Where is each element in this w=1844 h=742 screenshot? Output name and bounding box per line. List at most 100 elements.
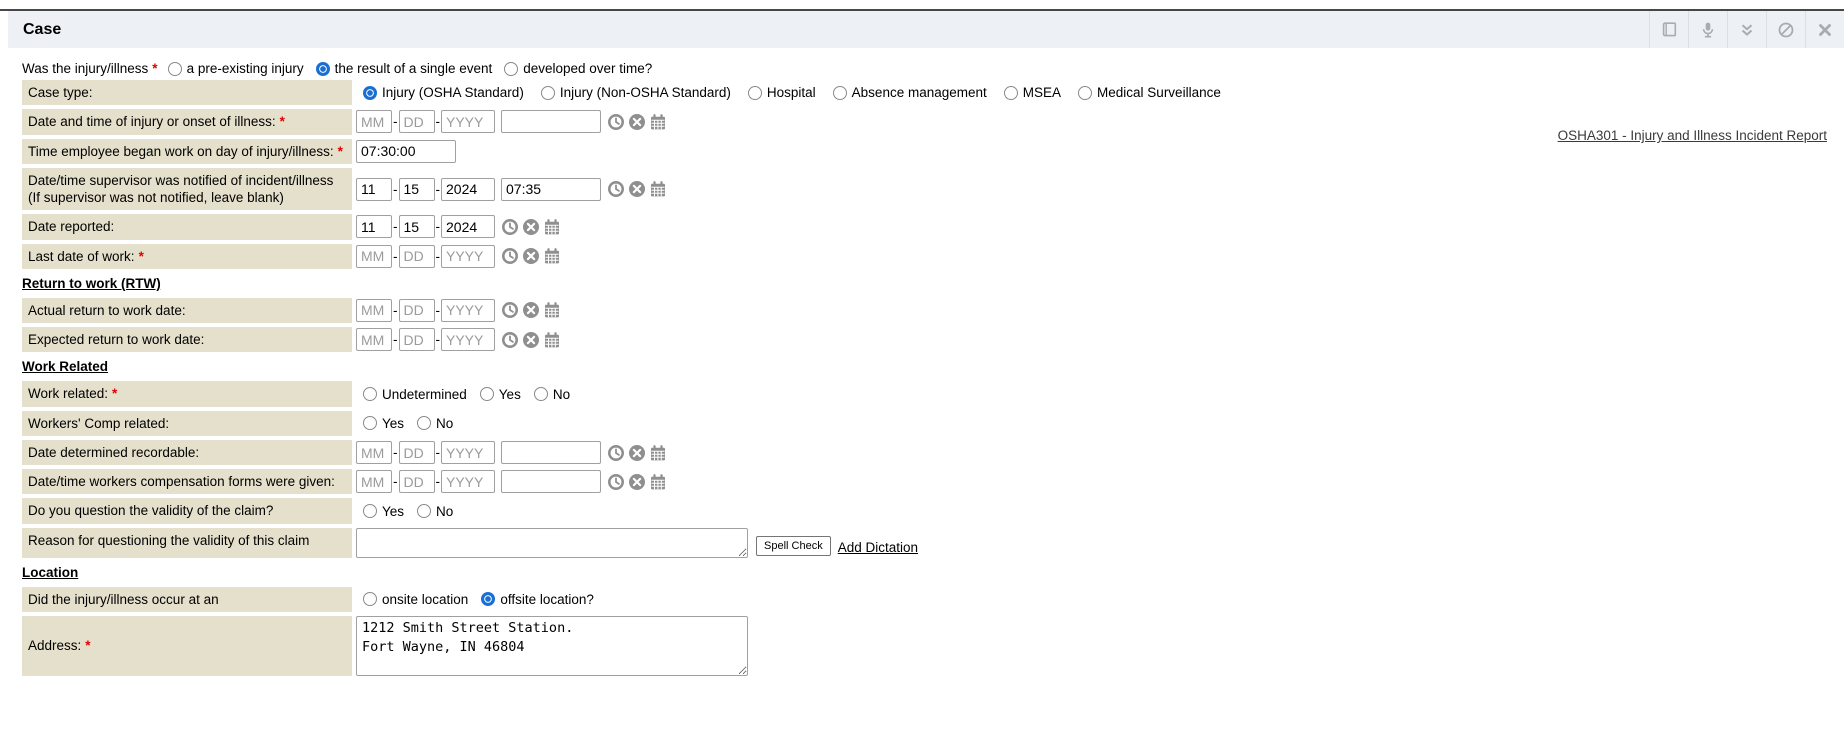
radio-icon — [363, 504, 377, 518]
radio-work-related-yes[interactable]: Yes — [480, 387, 521, 402]
radio-injury-non-osha-standard[interactable]: Injury (Non-OSHA Standard) — [541, 85, 731, 100]
spell-check-button[interactable]: Spell Check — [756, 536, 831, 556]
close-panel-button[interactable] — [1805, 11, 1844, 48]
dictation-microphone-button[interactable] — [1688, 11, 1727, 48]
recordable-year-input[interactable] — [441, 441, 495, 464]
date-reported-year-input[interactable] — [441, 215, 495, 238]
supervisor-date-month-input[interactable] — [356, 178, 392, 201]
recordable-day-input[interactable] — [399, 441, 435, 464]
time-picker-icon[interactable] — [501, 218, 519, 236]
last-date-day-input[interactable] — [399, 245, 435, 268]
radio-label: Undetermined — [382, 387, 467, 402]
clear-date-icon[interactable] — [522, 331, 540, 349]
clear-date-icon[interactable] — [628, 473, 646, 491]
clear-date-icon[interactable] — [522, 218, 540, 236]
notes-book-button[interactable] — [1649, 11, 1688, 48]
radio-work-related-no[interactable]: No — [534, 387, 570, 402]
radio-single-event[interactable]: the result of a single event — [316, 61, 493, 76]
radio-injury-osha-standard[interactable]: Injury (OSHA Standard) — [363, 85, 524, 100]
radio-developed-over-time[interactable]: developed over time? — [504, 61, 652, 76]
radio-work-related-undetermined[interactable]: Undetermined — [363, 387, 467, 402]
radio-hospital[interactable]: Hospital — [748, 85, 816, 100]
injury-date-month-input[interactable] — [356, 110, 392, 133]
actual-rtw-label: Actual return to work date: — [22, 298, 352, 323]
wc-forms-time-input[interactable] — [501, 470, 601, 493]
actual-rtw-year-input[interactable] — [441, 299, 495, 322]
address-textarea[interactable]: 1212 Smith Street Station. Fort Wayne, I… — [356, 616, 748, 676]
last-date-month-input[interactable] — [356, 245, 392, 268]
supervisor-date-year-input[interactable] — [441, 178, 495, 201]
row-time-began-work: Time employee began work on day of injur… — [22, 139, 1844, 164]
collapse-panel-button[interactable] — [1727, 11, 1766, 48]
radio-msea[interactable]: MSEA — [1004, 85, 1061, 100]
time-began-work-input[interactable] — [356, 140, 456, 163]
radio-validity-no[interactable]: No — [417, 504, 453, 519]
supervisor-time-input[interactable] — [501, 178, 601, 201]
wc-forms-day-input[interactable] — [399, 470, 435, 493]
time-picker-icon[interactable] — [607, 180, 625, 198]
expected-rtw-year-input[interactable] — [441, 328, 495, 351]
time-picker-icon[interactable] — [607, 473, 625, 491]
row-date-reported: Date reported: - - — [22, 214, 1844, 239]
time-picker-icon[interactable] — [501, 331, 519, 349]
recordable-time-input[interactable] — [501, 441, 601, 464]
calendar-picker-icon[interactable] — [649, 180, 667, 198]
clear-date-icon[interactable] — [522, 301, 540, 319]
radio-offsite-location[interactable]: offsite location? — [481, 592, 594, 607]
expected-rtw-label: Expected return to work date: — [22, 327, 352, 352]
wc-forms-month-input[interactable] — [356, 470, 392, 493]
calendar-picker-icon[interactable] — [543, 301, 561, 319]
time-picker-icon[interactable] — [607, 444, 625, 462]
expected-rtw-month-input[interactable] — [356, 328, 392, 351]
radio-medical-surveillance[interactable]: Medical Surveillance — [1078, 85, 1221, 100]
date-separator: - — [393, 249, 398, 264]
validity-reason-textarea[interactable] — [356, 528, 748, 558]
radio-icon — [1078, 86, 1092, 100]
recordable-month-input[interactable] — [356, 441, 392, 464]
row-last-date-of-work: Last date of work:* - - — [22, 244, 1844, 269]
radio-icon — [417, 504, 431, 518]
injury-date-day-input[interactable] — [399, 110, 435, 133]
last-date-year-input[interactable] — [441, 245, 495, 268]
radio-validity-yes[interactable]: Yes — [363, 504, 404, 519]
calendar-picker-icon[interactable] — [543, 247, 561, 265]
injury-time-input[interactable] — [501, 110, 601, 133]
radio-workers-comp-yes[interactable]: Yes — [363, 416, 404, 431]
actual-rtw-month-input[interactable] — [356, 299, 392, 322]
calendar-picker-icon[interactable] — [649, 444, 667, 462]
time-picker-icon[interactable] — [607, 113, 625, 131]
radio-label: the result of a single event — [335, 61, 493, 76]
expected-rtw-day-input[interactable] — [399, 328, 435, 351]
radio-onsite-location[interactable]: onsite location — [363, 592, 468, 607]
calendar-picker-icon[interactable] — [649, 473, 667, 491]
actual-rtw-day-input[interactable] — [399, 299, 435, 322]
clear-date-icon[interactable] — [628, 180, 646, 198]
calendar-picker-icon[interactable] — [649, 113, 667, 131]
workers-comp-label: Workers' Comp related: — [22, 411, 352, 436]
add-dictation-link[interactable]: Add Dictation — [838, 540, 918, 555]
clear-date-icon[interactable] — [628, 113, 646, 131]
radio-workers-comp-no[interactable]: No — [417, 416, 453, 431]
calendar-picker-icon[interactable] — [543, 331, 561, 349]
calendar-picker-icon[interactable] — [543, 218, 561, 236]
supervisor-date-day-input[interactable] — [399, 178, 435, 201]
clear-date-icon[interactable] — [628, 444, 646, 462]
time-picker-icon[interactable] — [501, 301, 519, 319]
radio-pre-existing-injury[interactable]: a pre-existing injury — [168, 61, 304, 76]
validity-reason-label: Reason for questioning the validity of t… — [22, 528, 352, 558]
date-reported-month-input[interactable] — [356, 215, 392, 238]
date-reported-day-input[interactable] — [399, 215, 435, 238]
last-date-of-work-label: Last date of work:* — [22, 244, 352, 269]
radio-label: a pre-existing injury — [187, 61, 304, 76]
row-validity-reason: Reason for questioning the validity of t… — [22, 528, 1844, 558]
section-return-to-work: Return to work (RTW) — [22, 276, 1844, 291]
case-form: Was the injury/illness * a pre-existing … — [0, 48, 1844, 676]
injury-date-year-input[interactable] — [441, 110, 495, 133]
disable-panel-button[interactable] — [1766, 11, 1805, 48]
wc-forms-year-input[interactable] — [441, 470, 495, 493]
clear-date-icon[interactable] — [522, 247, 540, 265]
date-separator: - — [436, 332, 441, 347]
radio-label: Hospital — [767, 85, 816, 100]
time-picker-icon[interactable] — [501, 247, 519, 265]
radio-absence-management[interactable]: Absence management — [833, 85, 987, 100]
